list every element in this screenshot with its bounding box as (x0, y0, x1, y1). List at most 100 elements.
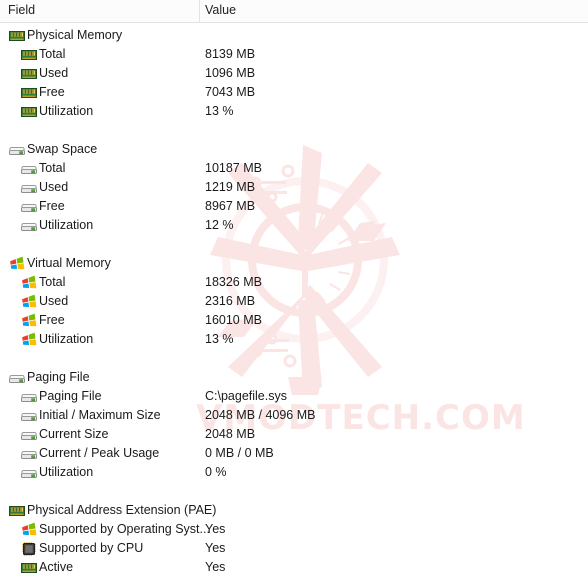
table-row[interactable]: Utilization 12 % (0, 216, 588, 235)
row-field-label: Supported by Operating Syst... (39, 522, 210, 536)
column-divider[interactable] (199, 0, 200, 22)
row-value: 2048 MB / 4096 MB (205, 408, 316, 422)
table-row[interactable]: Used 1219 MB (0, 178, 588, 197)
row-field-label: Free (39, 313, 65, 327)
hard-drive-icon (21, 408, 37, 424)
table-row-group[interactable]: Physical Memory (0, 26, 588, 45)
memory-module-icon (9, 503, 25, 519)
hard-drive-icon (21, 218, 37, 234)
row-field-label: Current / Peak Usage (39, 446, 160, 460)
row-field-label: Free (39, 199, 65, 213)
row-field-label: Utilization (39, 218, 94, 232)
table-row[interactable]: Total 10187 MB (0, 159, 588, 178)
table-row[interactable]: Paging File C:\pagefile.sys (0, 387, 588, 406)
table-row[interactable]: Used 1096 MB (0, 64, 588, 83)
table-row[interactable]: Utilization 13 % (0, 102, 588, 121)
table-row[interactable]: Supported by CPU Yes (0, 539, 588, 558)
row-field-label: Utilization (39, 332, 94, 346)
windows-logo-icon (9, 256, 25, 272)
hard-drive-icon (21, 199, 37, 215)
hard-drive-icon (21, 161, 37, 177)
row-field-label: Used (39, 294, 69, 308)
row-field-label: Utilization (39, 465, 94, 479)
row-field-label: Physical Address Extension (PAE) (27, 503, 217, 517)
hard-drive-icon (9, 142, 25, 158)
memory-module-icon (21, 66, 37, 82)
table-row-group[interactable]: Swap Space (0, 140, 588, 159)
row-field-label: Total (39, 275, 66, 289)
table-row[interactable]: Free 8967 MB (0, 197, 588, 216)
hard-drive-icon (21, 446, 37, 462)
table-row[interactable]: Active Yes (0, 558, 588, 577)
row-field-label: Swap Space (27, 142, 98, 156)
table-row[interactable]: Total 8139 MB (0, 45, 588, 64)
windows-logo-icon (21, 522, 37, 538)
row-field-label: Initial / Maximum Size (39, 408, 161, 422)
row-field-label: Used (39, 66, 69, 80)
row-field-label: Paging File (27, 370, 90, 384)
row-field-label: Utilization (39, 104, 94, 118)
memory-module-icon (21, 104, 37, 120)
row-value: 8139 MB (205, 47, 256, 61)
row-value: 12 % (205, 218, 234, 232)
table-row[interactable]: Initial / Maximum Size 2048 MB / 4096 MB (0, 406, 588, 425)
row-value: 0 % (205, 465, 227, 479)
table-row[interactable]: Used 2316 MB (0, 292, 588, 311)
row-value: 13 % (205, 332, 234, 346)
memory-info-table: Physical Memory Total 8139 MB Used 1096 MB Fr… (0, 23, 588, 577)
windows-logo-icon (21, 294, 37, 310)
row-field-label: Total (39, 161, 66, 175)
row-field-label: Paging File (39, 389, 102, 403)
table-row[interactable]: Supported by Operating Syst... Yes (0, 520, 588, 539)
row-value: 10187 MB (205, 161, 262, 175)
row-value: Yes (205, 560, 226, 574)
row-value: 18326 MB (205, 275, 262, 289)
row-value: 8967 MB (205, 199, 256, 213)
hard-drive-icon (21, 427, 37, 443)
row-value: 0 MB / 0 MB (205, 446, 274, 460)
column-header-value[interactable]: Value (205, 3, 236, 17)
row-field-label: Current Size (39, 427, 109, 441)
hard-drive-icon (21, 465, 37, 481)
table-row[interactable]: Total 18326 MB (0, 273, 588, 292)
table-row[interactable]: Utilization 13 % (0, 330, 588, 349)
table-header: Field Value (0, 0, 588, 23)
table-row[interactable]: Free 16010 MB (0, 311, 588, 330)
column-header-field[interactable]: Field (8, 3, 35, 17)
row-field-label: Supported by CPU (39, 541, 144, 555)
row-value: 16010 MB (205, 313, 262, 327)
row-field-label: Physical Memory (27, 28, 123, 42)
memory-module-icon (21, 560, 37, 576)
row-field-label: Active (39, 560, 74, 574)
row-value: 1219 MB (205, 180, 256, 194)
row-value: 2316 MB (205, 294, 256, 308)
memory-module-icon (21, 47, 37, 63)
table-row-group[interactable]: Paging File (0, 368, 588, 387)
row-value: C:\pagefile.sys (205, 389, 287, 403)
row-field-label: Used (39, 180, 69, 194)
row-value: 1096 MB (205, 66, 256, 80)
row-value: 13 % (205, 104, 234, 118)
row-field-label: Total (39, 47, 66, 61)
table-row[interactable]: Current / Peak Usage 0 MB / 0 MB (0, 444, 588, 463)
cpu-chip-icon (21, 541, 37, 557)
table-row[interactable]: Current Size 2048 MB (0, 425, 588, 444)
table-row[interactable]: Free 7043 MB (0, 83, 588, 102)
windows-logo-icon (21, 332, 37, 348)
memory-module-icon (21, 85, 37, 101)
table-row-group[interactable]: Virtual Memory (0, 254, 588, 273)
row-value: 2048 MB (205, 427, 256, 441)
hard-drive-icon (21, 389, 37, 405)
table-row[interactable]: Utilization 0 % (0, 463, 588, 482)
hard-drive-icon (9, 370, 25, 386)
hard-drive-icon (21, 180, 37, 196)
row-value: Yes (205, 522, 226, 536)
table-row-group[interactable]: Physical Address Extension (PAE) (0, 501, 588, 520)
row-value: Yes (205, 541, 226, 555)
row-field-label: Free (39, 85, 65, 99)
windows-logo-icon (21, 313, 37, 329)
windows-logo-icon (21, 275, 37, 291)
